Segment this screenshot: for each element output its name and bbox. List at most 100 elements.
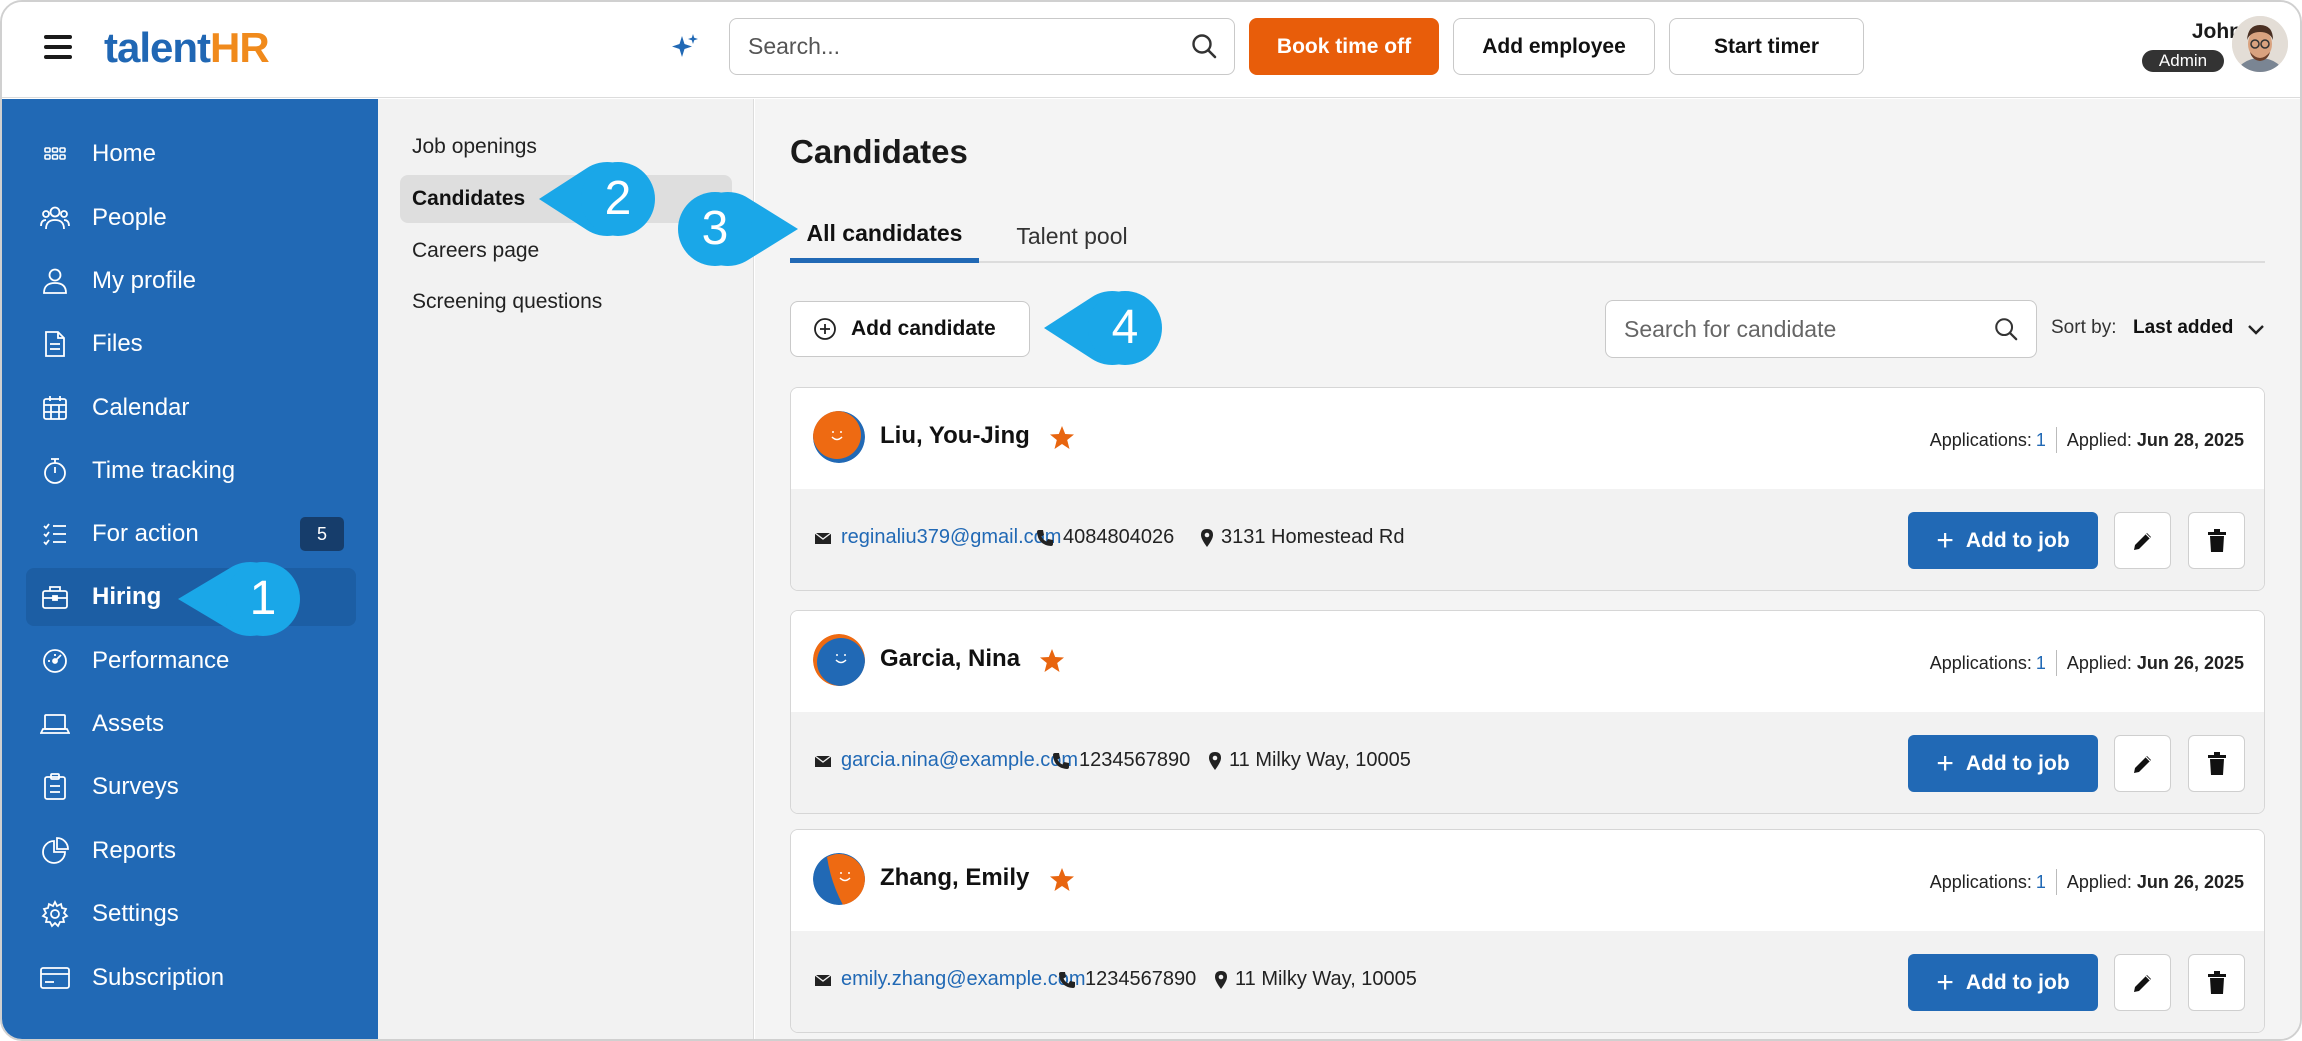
phone-icon: [1053, 752, 1069, 769]
sidebar-item-files[interactable]: Files: [26, 315, 356, 373]
email-info: emily.zhang@example.com: [813, 968, 1085, 991]
envelope-icon: [814, 754, 832, 767]
candidate-card[interactable]: Garcia, Nina Applications: 1 Applied: Jun 2…: [790, 610, 2265, 814]
candidate-address: 11 Milky Way, 10005: [1235, 968, 1417, 990]
candidate-email[interactable]: reginaliu379@gmail.com: [841, 526, 1061, 549]
sidebar-item-people[interactable]: People: [26, 189, 356, 247]
tab-talent-pool[interactable]: Talent pool: [990, 209, 1154, 263]
plus-icon: +: [1936, 523, 1954, 557]
candidate-search-input[interactable]: [1605, 300, 2037, 358]
map-pin-icon: [1209, 751, 1221, 770]
delete-button[interactable]: [2188, 954, 2245, 1011]
map-pin-icon: [1201, 528, 1213, 547]
sidebar-item-home[interactable]: Home: [26, 125, 356, 183]
star-icon[interactable]: [1039, 648, 1065, 674]
trash-icon: [2207, 528, 2226, 552]
sidebar-item-label: Time tracking: [92, 457, 236, 484]
sidebar-item-calendar[interactable]: Calendar: [26, 379, 356, 437]
sidebar-item-reports[interactable]: Reports: [26, 822, 356, 880]
menu-icon[interactable]: [44, 35, 72, 59]
main-content: Candidates All candidates Talent pool Ad…: [755, 99, 2300, 1039]
add-to-job-button[interactable]: + Add to job: [1908, 512, 2098, 569]
callout-number: 2: [604, 172, 632, 225]
sidebar-item-label: Assets: [92, 710, 165, 737]
address-info: 11 Milky Way, 10005: [1211, 968, 1417, 991]
candidate-name[interactable]: Garcia, Nina: [880, 645, 1020, 673]
callout-1: 1: [178, 560, 302, 638]
divider: [2055, 869, 2057, 895]
add-to-job-label: Add to job: [1965, 970, 2070, 994]
tab-all-candidates[interactable]: All candidates: [790, 209, 979, 263]
sidebar-item-label: Home: [92, 140, 157, 167]
sidebar-item-label: My profile: [92, 267, 197, 294]
sidebar-item-surveys[interactable]: Surveys: [26, 758, 356, 816]
clipboard-icon: [40, 772, 70, 802]
callout-number: 3: [701, 202, 729, 255]
pencil-icon: [2133, 532, 2151, 550]
search-icon[interactable]: [1993, 316, 2019, 342]
phone-info: 1234567890: [1057, 968, 1196, 991]
plus-circle-icon: [814, 318, 836, 340]
subnav-item-screening-questions[interactable]: Screening questions: [400, 278, 732, 326]
sidebar-item-settings[interactable]: Settings: [26, 885, 356, 943]
sidebar-item-subscription[interactable]: Subscription: [26, 949, 356, 1007]
trash-icon: [2207, 751, 2226, 775]
avatar-icon: [2232, 16, 2288, 72]
edit-button[interactable]: [2114, 512, 2171, 569]
candidate-phone: 1234567890: [1085, 968, 1197, 990]
candidate-email[interactable]: garcia.nina@example.com: [841, 749, 1078, 772]
star-icon[interactable]: [1049, 425, 1075, 451]
sidebar-item-time-tracking[interactable]: Time tracking: [26, 442, 356, 500]
applications-count[interactable]: 1: [2036, 872, 2046, 893]
add-candidate-button[interactable]: Add candidate: [790, 301, 1030, 357]
candidate-phone: 1234567890: [1079, 749, 1191, 771]
search-icon[interactable]: [1190, 32, 1218, 60]
candidate-card[interactable]: Zhang, Emily Applications: 1 Applied: Jun 2…: [790, 829, 2265, 1033]
ai-sparkle-icon[interactable]: [670, 32, 700, 62]
plus-icon: +: [1936, 965, 1954, 999]
add-employee-button[interactable]: Add employee: [1453, 18, 1655, 75]
sort-select[interactable]: Last added: [2133, 317, 2233, 339]
delete-button[interactable]: [2188, 512, 2245, 569]
candidate-name[interactable]: Zhang, Emily: [880, 864, 1029, 892]
add-to-job-button[interactable]: + Add to job: [1908, 735, 2098, 792]
applied-date: Jun 26, 2025: [2136, 871, 2244, 892]
global-search-input[interactable]: [729, 18, 1235, 75]
applications-count[interactable]: 1: [2036, 653, 2046, 674]
start-timer-button[interactable]: Start timer: [1669, 18, 1864, 75]
edit-button[interactable]: [2114, 735, 2171, 792]
sidebar-item-label: People: [92, 204, 167, 231]
sort-label: Sort by:: [2051, 317, 2117, 338]
sidebar-item-label: Hiring: [92, 583, 162, 610]
checklist-icon: [40, 519, 70, 549]
address-info: 11 Milky Way, 10005: [1205, 749, 1411, 772]
gear-icon: [40, 899, 70, 929]
sidebar-item-label: Files: [92, 330, 143, 357]
pie-chart-icon: [40, 836, 70, 866]
delete-button[interactable]: [2188, 735, 2245, 792]
sidebar-item-my-profile[interactable]: My profile: [26, 252, 356, 310]
sidebar-item-performance[interactable]: Performance: [26, 632, 356, 690]
file-icon: [40, 329, 70, 359]
applications-count[interactable]: 1: [2036, 430, 2046, 451]
book-time-off-button[interactable]: Book time off: [1249, 18, 1439, 75]
grid-icon: [40, 139, 70, 169]
sidebar-item-for-action[interactable]: For action 5: [26, 505, 356, 563]
calendar-icon: [40, 393, 70, 423]
stopwatch-icon: [40, 456, 70, 486]
sidebar-item-assets[interactable]: Assets: [26, 695, 356, 753]
candidate-name[interactable]: Liu, You-Jing: [880, 422, 1030, 450]
candidate-card[interactable]: Liu, You-Jing Applications: 1 Applied: Jun …: [790, 387, 2265, 591]
user-avatar[interactable]: [2232, 16, 2288, 72]
candidate-email[interactable]: emily.zhang@example.com: [841, 968, 1085, 991]
star-icon[interactable]: [1049, 867, 1075, 893]
add-to-job-button[interactable]: + Add to job: [1908, 954, 2098, 1011]
user-icon: [40, 266, 70, 296]
phone-icon: [1059, 971, 1075, 988]
user-name[interactable]: John: [2142, 20, 2242, 44]
logo[interactable]: talentHR: [104, 20, 270, 76]
application-meta: Applications: 1 Applied: Jun 28, 2025: [1930, 427, 2244, 453]
edit-button[interactable]: [2114, 954, 2171, 1011]
sidebar-item-label: Reports: [92, 837, 177, 864]
chevron-down-icon[interactable]: [2245, 319, 2267, 341]
